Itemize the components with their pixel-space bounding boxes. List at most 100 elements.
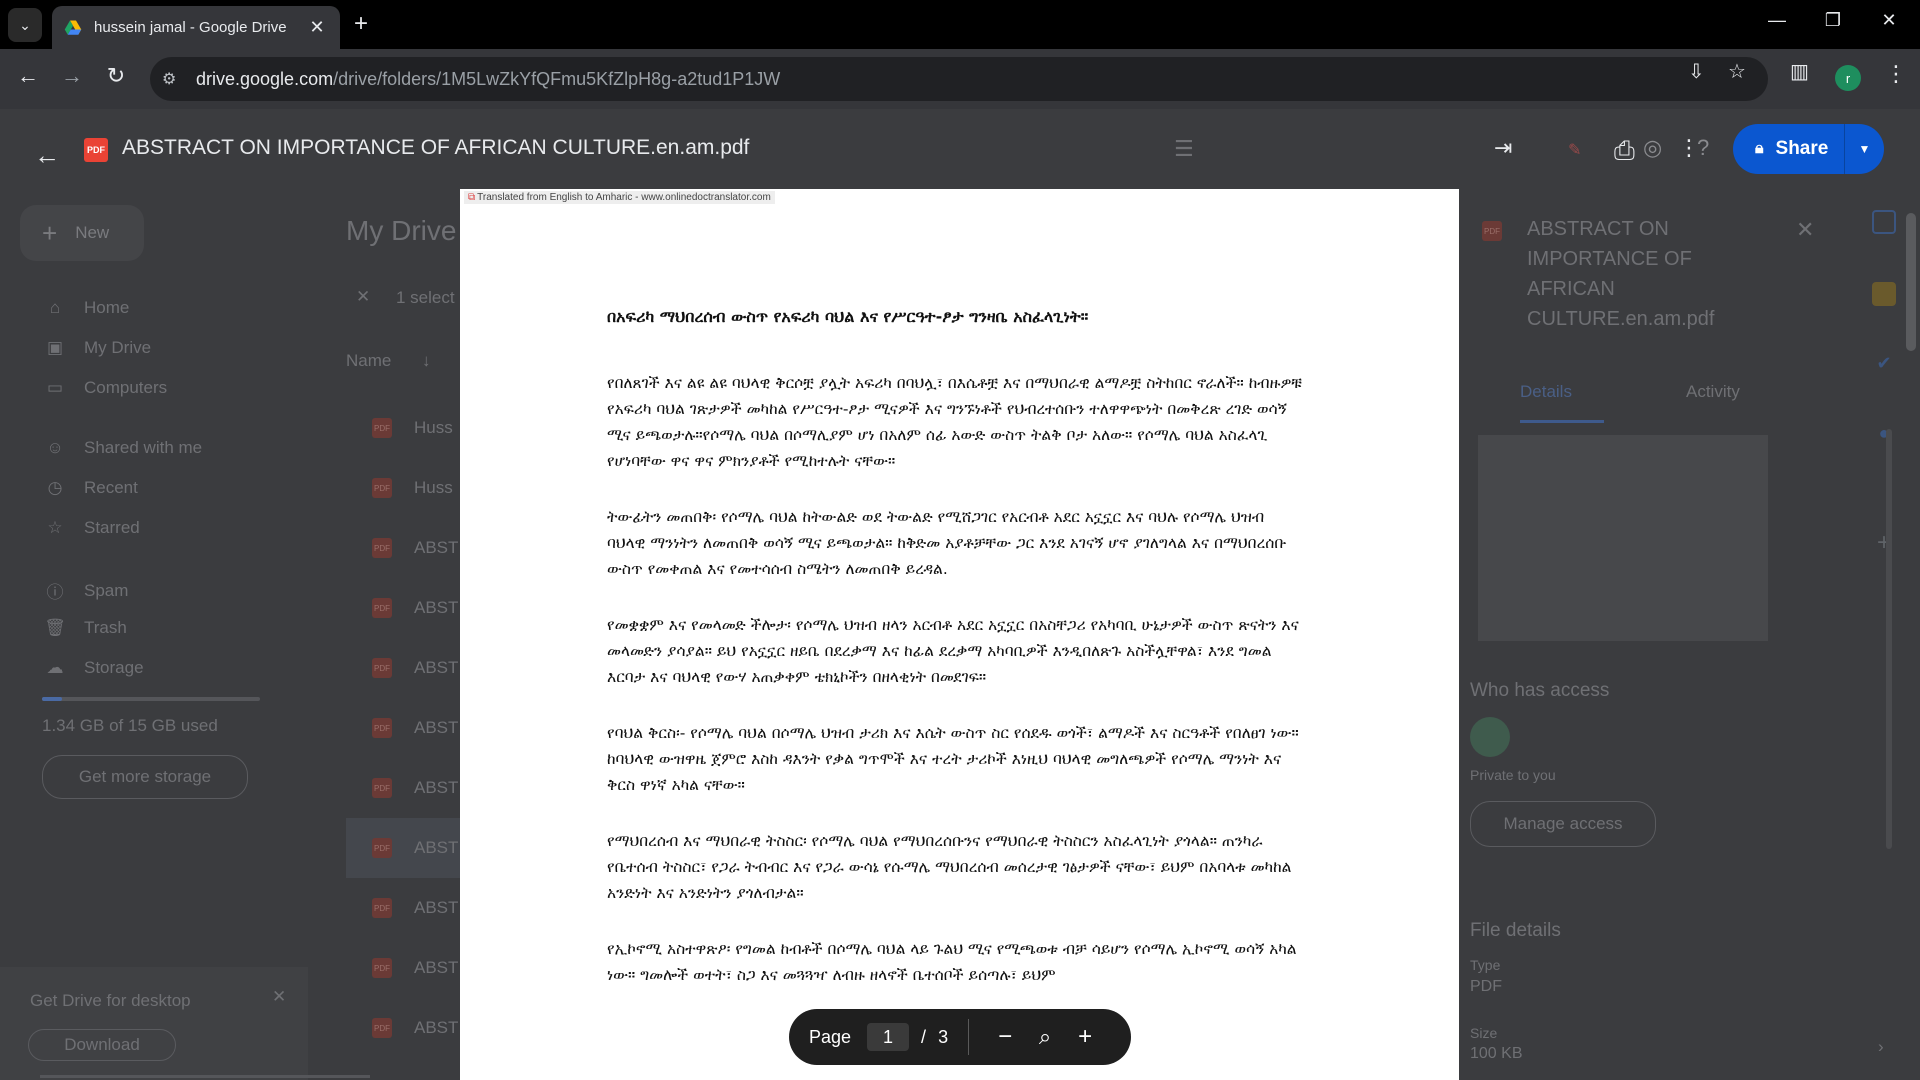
google-drive-icon: [64, 20, 82, 35]
file-name: ABST: [414, 598, 459, 617]
tab-close-icon[interactable]: ✕: [306, 17, 328, 38]
file-name: Huss: [414, 418, 453, 437]
viewer-file-title: ABSTRACT ON IMPORTANCE OF AFRICAN CULTUR…: [122, 136, 750, 159]
page-label: Page: [809, 1026, 852, 1047]
panel-tab-details: Details: [1520, 382, 1572, 401]
storage-bar: [42, 697, 260, 701]
my-drive-title: My Drive: [346, 215, 457, 246]
file-row: PDF ABST: [372, 938, 462, 998]
watermark-text: Translated from English to Amharic - www…: [477, 192, 771, 203]
toolbar-divider: [968, 1019, 970, 1055]
browser-menu-icon[interactable]: ⋮: [1885, 61, 1907, 87]
private-label: Private to you: [1470, 767, 1556, 783]
annotate-icon[interactable]: ✎: [1568, 140, 1581, 160]
sort-arrow-icon: ↓: [422, 351, 431, 370]
browser-tab[interactable]: hussein jamal - Google Drive ✕: [52, 6, 340, 49]
panel-pdf-icon: PDF: [1482, 221, 1502, 241]
nav-shared: ☺ Shared with me: [42, 438, 202, 458]
file-row: PDF Huss: [372, 398, 462, 458]
page-separator: /: [921, 1026, 927, 1047]
promo-close-icon: ✕: [272, 987, 287, 1006]
size-label: Size: [1470, 1025, 1498, 1041]
nav-starred: ☆ Starred: [42, 518, 140, 538]
zoom-magnifier-icon[interactable]: ⌕: [1025, 1024, 1065, 1050]
side-panel-icon[interactable]: ▥: [1790, 59, 1809, 84]
url-host: drive.google.com: [196, 68, 334, 89]
nav-label: Recent: [84, 478, 138, 497]
nav-spam: ⓘ Spam: [42, 578, 129, 603]
nav-my-drive: ▣ My Drive: [42, 338, 151, 358]
restore-button[interactable]: ❐: [1808, 10, 1858, 31]
access-avatar: [1470, 717, 1510, 757]
site-info-icon[interactable]: ⚙: [162, 69, 184, 89]
viewer-back-button[interactable]: ←: [34, 140, 60, 171]
pdf-file-icon: PDF: [372, 778, 392, 798]
document-paragraph: የመቋቋም እና የመላመድ ችሎታ፡ የሶማሌ ህዝብ ዘላን አርብቶ አደ…: [607, 616, 1299, 686]
panel-thumbnail: [1478, 435, 1768, 641]
download-button: Download: [28, 1029, 176, 1061]
file-name: ABST: [414, 718, 459, 737]
panel-file-title: ABSTRACT ON IMPORTANCE OF AFRICAN CULTUR…: [1527, 218, 1715, 330]
translator-watermark: ⧉ Translated from English to Amharic - ww…: [464, 191, 775, 204]
nav-storage: ☁ Storage: [42, 658, 144, 678]
promo-title: Get Drive for desktop: [30, 991, 191, 1010]
panel-tab-activity: Activity: [1686, 382, 1740, 401]
file-name: ABST: [414, 658, 459, 677]
document-paragraph: የባህል ቅርስ፡- የሶማሌ ባህል በሶማሌ ህዝብ ታሪክ እና እሴት …: [607, 724, 1299, 794]
pdf-file-icon: PDF: [372, 478, 392, 498]
nav-label: Spam: [84, 580, 129, 600]
print-icon[interactable]: ⎙: [1614, 135, 1635, 167]
pdf-page: ⧉ Translated from English to Amharic - ww…: [460, 189, 1459, 1080]
move-to-folder-icon[interactable]: ⇥: [1494, 135, 1512, 161]
back-button[interactable]: ←: [12, 63, 44, 89]
form-filter-icon[interactable]: ☰: [1174, 136, 1194, 162]
calendar-icon: [1872, 210, 1896, 234]
tab-title: hussein jamal - Google Drive: [94, 19, 287, 36]
file-row: PDF ABST: [372, 698, 462, 758]
nav-label: Storage: [84, 658, 144, 677]
desktop-promo: Get Drive for desktop ✕ Download: [0, 967, 308, 1080]
file-name: ABST: [414, 838, 459, 857]
zoom-out-icon[interactable]: −: [985, 1023, 1025, 1051]
pdf-file-icon: PDF: [84, 138, 108, 162]
address-bar[interactable]: ⚙ drive.google.com/drive/folders/1M5LwZk…: [150, 57, 1768, 101]
pdf-file-icon: PDF: [372, 1018, 392, 1038]
profile-avatar[interactable]: r: [1835, 65, 1861, 91]
translator-logo-icon: ⧉: [468, 192, 476, 203]
tab-search-button[interactable]: ⌄: [8, 8, 42, 42]
document-paragraph: ትውፊትን መጠበቅ፡ የሶማሌ ባህል ከትውልድ ወደ ትውልድ የሚሸጋገ…: [607, 508, 1287, 578]
new-label: New: [75, 223, 110, 242]
page-number-input[interactable]: 1: [867, 1023, 910, 1051]
keep-icon: [1872, 282, 1896, 306]
name-column-header: Name: [346, 351, 392, 370]
install-app-icon[interactable]: ⇩: [1688, 59, 1705, 84]
get-storage-button: Get more storage: [42, 755, 248, 799]
page-scrollbar: [1906, 213, 1916, 351]
bookmark-star-icon[interactable]: ☆: [1728, 59, 1746, 84]
document-paragraph: የኢኮኖሚ አስተዋጽዖ፡ የግመል ከብቶች በሶማሌ ባህል ላይ ጉልህ …: [607, 940, 1297, 984]
file-row: PDF ABST: [372, 578, 462, 638]
zoom-in-icon[interactable]: +: [1065, 1023, 1105, 1051]
file-row: PDF ABST: [372, 518, 462, 578]
forward-button[interactable]: →: [56, 63, 88, 89]
file-row: PDF ABST: [372, 638, 462, 698]
trash-icon: 🗑: [44, 618, 66, 637]
reload-button[interactable]: ↻: [100, 63, 132, 89]
nav-label: Starred: [84, 518, 140, 537]
panel-tab-indicator: [1520, 420, 1604, 423]
approval-icon[interactable]: ◎: [1643, 135, 1662, 161]
chevron-down-icon: ⌄: [19, 16, 31, 33]
new-tab-button[interactable]: +: [354, 12, 368, 36]
panel-scrollbar: [1886, 429, 1892, 849]
pdf-file-icon: PDF: [372, 538, 392, 558]
cloud-icon: ☁: [46, 658, 64, 677]
share-label: Share: [1775, 138, 1829, 159]
share-button[interactable]: 🔒︎ Share ▼: [1733, 124, 1884, 174]
page-toolbar: Page 1 / 3 − ⌕ +: [789, 1009, 1131, 1065]
minimize-button[interactable]: —: [1752, 10, 1802, 31]
help-icon[interactable]: ?: [1697, 135, 1709, 161]
plus-icon: +: [42, 217, 58, 248]
selection-count: 1 select: [396, 288, 455, 307]
close-window-button[interactable]: ✕: [1864, 10, 1914, 31]
panel-close-icon: ✕: [1796, 217, 1815, 242]
